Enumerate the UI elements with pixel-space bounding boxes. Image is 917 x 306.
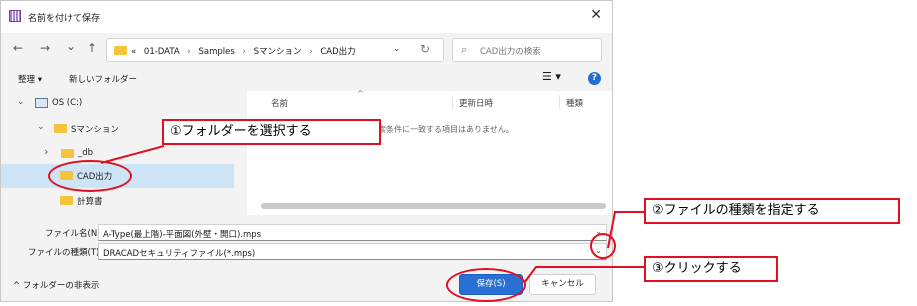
callout-file-type: ②ファイルの種類を指定する	[644, 198, 900, 224]
annotation-circle-save	[446, 268, 526, 302]
annotation-circle-filetype	[590, 233, 616, 259]
annotation-circle-folder	[48, 160, 132, 192]
callout-select-folder: ①フォルダーを選択する	[162, 119, 381, 145]
annotation-leader-lines	[100, 145, 644, 284]
callout-click: ③クリックする	[644, 256, 778, 282]
